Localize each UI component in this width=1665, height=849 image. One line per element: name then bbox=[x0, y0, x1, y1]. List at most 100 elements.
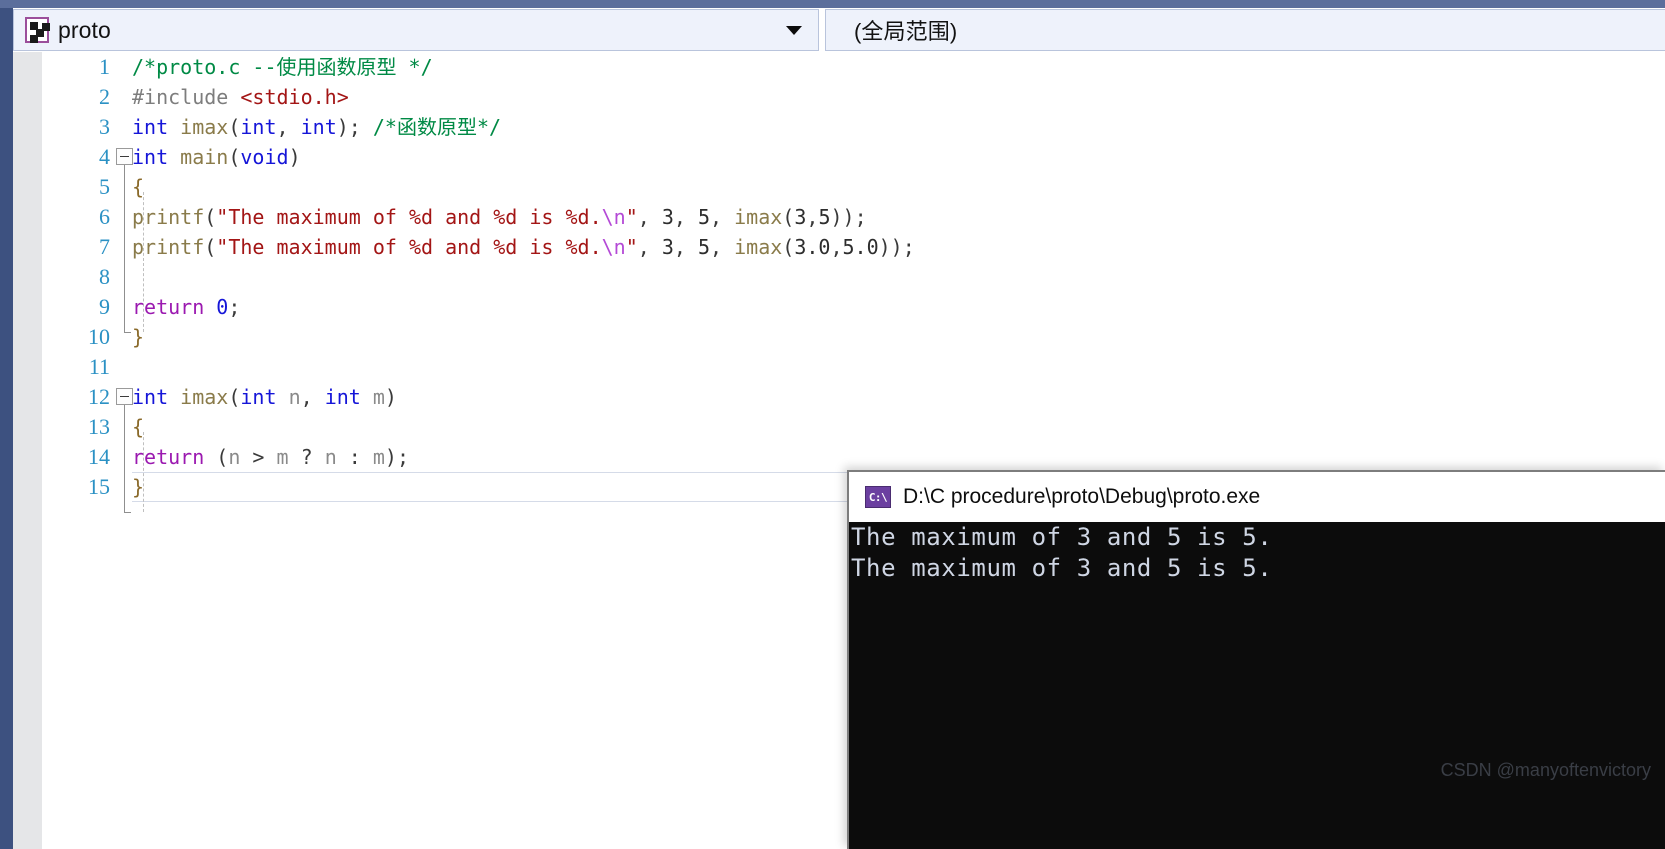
line-number: 4 bbox=[99, 144, 110, 169]
block-guide-imax-end bbox=[124, 512, 131, 513]
scope-combobox[interactable]: proto bbox=[13, 9, 819, 51]
code-token: imax bbox=[180, 115, 229, 139]
code-token: int bbox=[132, 385, 169, 409]
console-window[interactable]: C:\ D:\C procedure\proto\Debug\proto.exe… bbox=[847, 470, 1665, 849]
code-token: imax bbox=[734, 235, 783, 259]
code-token: ( bbox=[228, 115, 241, 139]
code-line[interactable]: int imax(int, int); /*函数原型*/ bbox=[132, 112, 501, 142]
line-number: 7 bbox=[99, 234, 110, 259]
member-combobox-value: (全局范围) bbox=[854, 19, 958, 44]
code-token: " bbox=[625, 235, 638, 259]
project-cpp-icon bbox=[25, 17, 49, 43]
console-output-line: The maximum of 3 and 5 is 5. bbox=[851, 554, 1273, 582]
code-token: , bbox=[673, 235, 698, 259]
code-token: m bbox=[372, 385, 385, 409]
code-token: imax bbox=[180, 385, 229, 409]
line-number: 2 bbox=[99, 84, 110, 109]
left-rail-top bbox=[0, 8, 13, 52]
code-token: { bbox=[132, 415, 145, 439]
code-line[interactable]: } bbox=[132, 472, 144, 502]
console-output-area[interactable]: The maximum of 3 and 5 is 5. The maximum … bbox=[849, 522, 1665, 849]
code-token: m bbox=[372, 445, 385, 469]
code-token: printf bbox=[132, 205, 205, 229]
code-token: 0 bbox=[216, 295, 229, 319]
code-token: 3.0 bbox=[794, 235, 831, 259]
fold-marker-line-4[interactable] bbox=[116, 148, 133, 165]
code-token: printf bbox=[132, 235, 205, 259]
code-token: int bbox=[240, 385, 277, 409]
code-token: , bbox=[637, 205, 662, 229]
console-title: D:\C procedure\proto\Debug\proto.exe bbox=[903, 485, 1261, 508]
scope-combobox-value: proto bbox=[58, 16, 111, 43]
editor-gutter[interactable] bbox=[13, 52, 42, 849]
line-number: 15 bbox=[88, 474, 110, 499]
code-token: ; bbox=[228, 295, 241, 319]
code-token: ( bbox=[782, 235, 795, 259]
code-token: main bbox=[180, 145, 229, 169]
code-token: n bbox=[324, 445, 337, 469]
code-line[interactable]: /*proto.c --使用函数原型 */ bbox=[132, 52, 433, 82]
line-number: 13 bbox=[88, 414, 110, 439]
code-token: : bbox=[336, 445, 373, 469]
code-line[interactable]: #include <stdio.h> bbox=[132, 82, 349, 112]
block-guide-main bbox=[124, 165, 125, 332]
member-combobox[interactable]: (全局范围) bbox=[825, 9, 1665, 51]
command-prompt-icon-text: C:\ bbox=[868, 490, 888, 504]
fold-marker-line-12[interactable] bbox=[116, 388, 133, 405]
code-token: 5.0 bbox=[842, 235, 879, 259]
code-token: )); bbox=[878, 235, 915, 259]
chevron-down-icon[interactable] bbox=[786, 25, 802, 35]
code-token: 3 bbox=[661, 235, 674, 259]
code-token: } bbox=[132, 475, 145, 499]
code-token: return bbox=[132, 295, 205, 319]
code-token: ); bbox=[336, 115, 361, 139]
code-token: ( bbox=[216, 445, 229, 469]
code-token: " bbox=[625, 205, 638, 229]
line-number: 1 bbox=[99, 54, 110, 79]
code-token: 5 bbox=[818, 205, 831, 229]
code-token: 3 bbox=[794, 205, 807, 229]
code-token: "The maximum of %d and %d is %d. bbox=[216, 235, 602, 259]
code-token: ( bbox=[228, 385, 241, 409]
code-token: n bbox=[288, 385, 301, 409]
code-token: , bbox=[637, 235, 662, 259]
code-line[interactable]: { bbox=[132, 412, 144, 442]
line-number: 8 bbox=[99, 264, 110, 289]
code-token: , bbox=[710, 205, 735, 229]
code-line[interactable]: { bbox=[132, 172, 144, 202]
code-token: 5 bbox=[697, 235, 711, 259]
line-number: 5 bbox=[99, 174, 110, 199]
code-token: void bbox=[240, 145, 289, 169]
line-number: 3 bbox=[99, 114, 110, 139]
code-line[interactable]: int main(void) bbox=[132, 142, 301, 172]
code-token: \n bbox=[601, 235, 626, 259]
code-line[interactable]: } bbox=[132, 322, 144, 352]
code-line[interactable]: int imax(int n, int m) bbox=[132, 382, 397, 412]
code-token: n bbox=[228, 445, 241, 469]
line-number: 12 bbox=[88, 384, 110, 409]
block-guide-main-end bbox=[124, 332, 131, 333]
console-titlebar[interactable]: C:\ D:\C procedure\proto\Debug\proto.exe bbox=[849, 472, 1665, 522]
code-line[interactable]: printf("The maximum of %d and %d is %d.\… bbox=[132, 202, 867, 232]
code-token: , bbox=[806, 205, 819, 229]
code-token: ? bbox=[288, 445, 325, 469]
code-line[interactable]: return (n > m ? n : m); bbox=[132, 442, 409, 472]
code-line[interactable]: printf ( "The maximum of %d and %d is %d.\… bbox=[132, 232, 915, 262]
code-token: int bbox=[132, 145, 169, 169]
line-number: 10 bbox=[88, 324, 110, 349]
code-line[interactable]: return 0; bbox=[132, 292, 240, 322]
code-token: ( bbox=[782, 205, 795, 229]
code-token: 5 bbox=[697, 205, 711, 229]
csdn-watermark: CSDN @manyoftenvictory bbox=[1440, 760, 1651, 780]
editor-toolbar: proto (全局范围) bbox=[0, 0, 1665, 52]
command-prompt-icon: C:\ bbox=[865, 486, 891, 508]
code-token: int bbox=[324, 385, 361, 409]
code-token: <stdio.h> bbox=[240, 85, 349, 109]
block-guide-imax bbox=[124, 405, 125, 512]
